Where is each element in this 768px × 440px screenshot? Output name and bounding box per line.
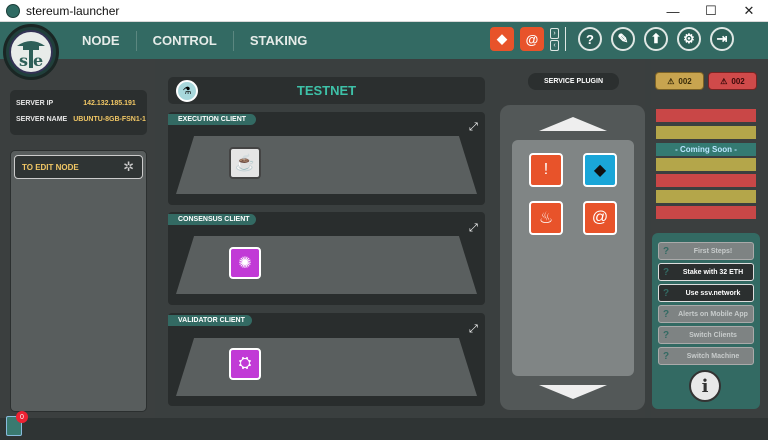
svg-text:e: e <box>33 51 43 70</box>
server-name-label: SERVER NAME <box>16 116 68 123</box>
node-list-panel <box>10 150 147 412</box>
plugin-bell-icon[interactable]: ♨ <box>529 201 563 235</box>
help-alerts-mobile[interactable]: ? Alerts on Mobile App <box>658 305 754 323</box>
window-title: stereum-launcher <box>26 3 120 18</box>
server-name-row: SERVER NAME UBUNTU-8GB-FSN1-1 <box>16 116 146 123</box>
status-stripe <box>656 206 756 219</box>
error-icon: ⚠ <box>720 76 728 86</box>
server-ip-value: 142.132.185.191 <box>83 100 136 107</box>
bottom-bar <box>0 418 768 440</box>
broom-icon[interactable]: ✎ <box>611 27 635 51</box>
status-stripe <box>656 158 756 171</box>
question-icon: ? <box>662 245 670 257</box>
update-arrow-icon[interactable]: ⬆ <box>644 27 668 51</box>
validator-client-label: VALIDATOR CLIENT <box>168 315 252 326</box>
question-icon: ? <box>662 329 670 341</box>
plugin-spiral-icon[interactable]: @ <box>583 201 617 235</box>
status-stripe <box>656 174 756 187</box>
to-edit-node-button[interactable]: TO EDIT NODE ✲ <box>14 155 143 179</box>
window-titlebar: stereum-launcher — ☐ ✕ <box>0 0 768 22</box>
settings-gear-icon[interactable]: ⚙ <box>677 27 701 51</box>
notification-count: 0 <box>16 411 28 423</box>
warning-badge[interactable]: ⚠ 002 <box>655 72 704 90</box>
maximize-button[interactable]: ☐ <box>692 0 730 22</box>
question-icon: ? <box>662 308 670 320</box>
app-icon <box>6 3 20 18</box>
help-icon[interactable]: ? <box>578 27 602 51</box>
status-stripe <box>656 190 756 203</box>
plugin-swirl-icon[interactable]: @ <box>520 27 544 51</box>
logout-icon[interactable]: ⇥ <box>710 27 734 51</box>
execution-client-label: EXECUTION CLIENT <box>168 114 256 125</box>
server-name-value: UBUNTU-8GB-FSN1-1 <box>73 116 146 123</box>
svg-text:s: s <box>19 51 28 70</box>
server-info <box>10 90 147 135</box>
lighthouse-client-icon[interactable]: ✺ <box>229 247 261 279</box>
close-button[interactable]: ✕ <box>730 0 768 22</box>
server-ip-label: SERVER IP <box>16 100 54 107</box>
warning-count: 002 <box>678 76 692 86</box>
help-use-ssv[interactable]: ? Use ssv.network <box>658 284 754 302</box>
toolbar-scroll: › ‹ <box>550 27 559 51</box>
expand-icon[interactable]: ⤢ <box>469 121 478 134</box>
validator-client-icon[interactable]: ⛭ <box>229 348 261 380</box>
main-nav: NODE CONTROL STAKING <box>66 22 323 59</box>
help-switch-machine[interactable]: ? Switch Machine <box>658 347 754 365</box>
spider-icon: ✲ <box>123 159 134 174</box>
error-badge[interactable]: ⚠ 002 <box>708 72 757 90</box>
plugin-diamond-icon[interactable]: ◆ <box>490 27 514 51</box>
chevron-left-icon[interactable]: ‹ <box>550 39 559 51</box>
help-switch-clients[interactable]: ? Switch Clients <box>658 326 754 344</box>
server-ip-row: SERVER IP 142.132.185.191 <box>16 100 136 107</box>
validator-client-platform <box>176 338 477 396</box>
help-stake-32-eth[interactable]: ? Stake with 32 ETH <box>658 263 754 281</box>
edit-node-label: TO EDIT NODE <box>22 162 79 172</box>
network-name: TESTNET <box>296 83 357 98</box>
scroll-up-arrow-icon[interactable] <box>539 117 607 131</box>
warning-icon: ⚠ <box>667 76 675 86</box>
question-icon: ? <box>662 287 670 299</box>
nav-staking[interactable]: STAKING <box>234 31 324 51</box>
minimize-button[interactable]: — <box>654 0 692 22</box>
expand-icon[interactable]: ⤢ <box>469 222 478 235</box>
chevron-right-icon[interactable]: › <box>550 27 559 39</box>
ethereum-plugin-icon[interactable]: ◆ <box>583 153 617 187</box>
stereum-logo[interactable]: s e <box>3 24 59 80</box>
consensus-client-label: CONSENSUS CLIENT <box>168 214 256 225</box>
plugin-exclamation-icon[interactable]: ! <box>529 153 563 187</box>
coming-soon-label: - Coming Soon - <box>656 143 756 156</box>
help-first-steps[interactable]: ? First Steps! <box>658 242 754 260</box>
nav-control[interactable]: CONTROL <box>137 30 234 51</box>
service-plugin-label: SERVICE PLUGIN <box>528 73 619 90</box>
logo-mark-icon: s e <box>9 30 53 74</box>
header-toolbar: ◆ @ › ‹ ? ✎ ⬆ ⚙ ⇥ <box>490 27 743 51</box>
status-stripe <box>656 126 756 139</box>
expand-icon[interactable]: ⤢ <box>469 323 478 336</box>
logo-glyph-icon: s e <box>17 41 45 70</box>
consensus-client-platform <box>176 236 477 294</box>
question-icon: ? <box>662 350 670 362</box>
geth-client-icon[interactable]: ☕ <box>229 147 261 179</box>
info-icon[interactable]: i <box>689 370 721 402</box>
question-icon: ? <box>662 266 670 278</box>
error-count: 002 <box>731 76 745 86</box>
execution-client-platform <box>176 136 477 194</box>
nav-node[interactable]: NODE <box>66 30 137 51</box>
scroll-down-arrow-icon[interactable] <box>539 385 607 399</box>
status-stripe <box>656 109 756 122</box>
toolbar-divider <box>565 27 566 51</box>
